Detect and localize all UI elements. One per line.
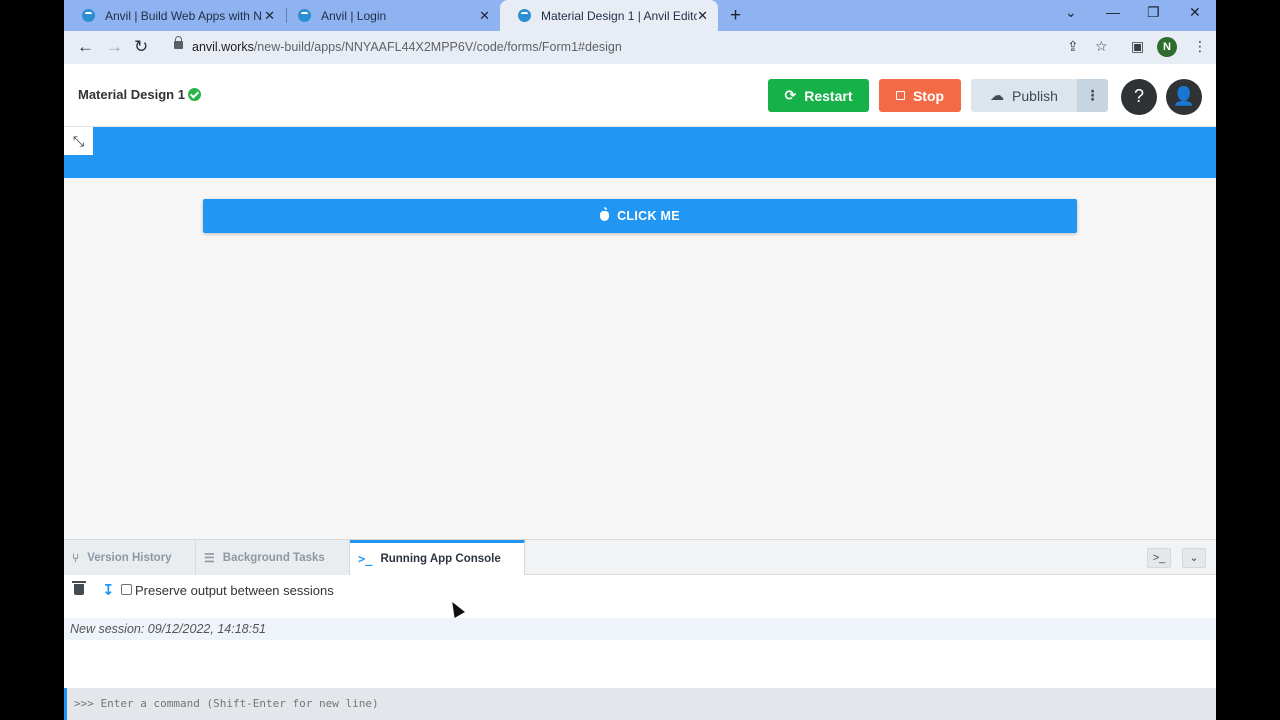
tab-label: Running App Console xyxy=(380,553,501,565)
tab-close-icon[interactable]: ✕ xyxy=(697,8,708,24)
new-tab-icon[interactable]: + xyxy=(730,5,741,27)
url-text: anvil.works/new-build/apps/NNYAAFL44X2MP… xyxy=(192,40,622,54)
apple-icon xyxy=(600,207,610,221)
share-icon[interactable]: ⇪ xyxy=(1067,38,1079,55)
collapse-sidebar-icon[interactable]: ⤡ xyxy=(64,127,93,155)
trash-icon[interactable] xyxy=(72,581,86,595)
forward-icon[interactable]: → xyxy=(106,37,123,57)
click-me-button[interactable]: CLICK ME xyxy=(203,199,1077,233)
branch-icon: ⑂ xyxy=(72,550,80,565)
saved-check-icon xyxy=(188,88,201,101)
browser-tab-anvil-login[interactable]: Anvil | Login ✕ xyxy=(280,0,500,31)
lock-icon xyxy=(174,36,183,49)
close-window-icon[interactable]: ✕ xyxy=(1189,4,1201,21)
console-terminal-button[interactable]: >_ xyxy=(1147,548,1171,568)
restart-button[interactable]: ⟳ Restart xyxy=(768,79,869,112)
terminal-icon: >_ xyxy=(358,552,373,566)
tab-running-app-console[interactable]: >_ Running App Console xyxy=(350,540,525,575)
minimize-icon[interactable]: — xyxy=(1106,4,1120,20)
app-name[interactable]: Material Design 1 xyxy=(78,87,185,102)
publish-button[interactable]: ☁ Publish xyxy=(971,79,1077,112)
tab-background-tasks[interactable]: ☰ Background Tasks xyxy=(196,540,350,575)
tab-label: Version History xyxy=(87,551,172,564)
command-input-row xyxy=(64,688,1216,720)
tab-title: Anvil | Build Web Apps with Noth xyxy=(105,8,261,23)
anvil-favicon-icon xyxy=(82,9,95,22)
stop-label: Stop xyxy=(912,87,945,104)
url-host: anvil.works xyxy=(192,40,254,54)
bottom-panel: ⑂ Version History ☰ Background Tasks >_ … xyxy=(64,539,1216,720)
preserve-output-label: Preserve output between sessions xyxy=(135,583,334,598)
preserve-output-checkbox[interactable] xyxy=(121,584,132,595)
click-me-label: CLICK ME xyxy=(617,209,680,223)
account-icon[interactable]: 👤 xyxy=(1166,79,1202,115)
browser-menu-icon[interactable]: ⋮ xyxy=(1193,38,1207,55)
browser-tab-anvil-editor[interactable]: Material Design 1 | Anvil Editor ✕ xyxy=(500,0,718,31)
tab-search-icon[interactable]: ⌄ xyxy=(1065,4,1077,21)
anvil-favicon-icon xyxy=(298,9,311,22)
stop-button[interactable]: Stop xyxy=(879,79,961,112)
session-line: New session: 09/12/2022, 14:18:51 xyxy=(70,622,266,636)
publish-label: Publish xyxy=(1012,87,1058,104)
help-icon[interactable]: ? xyxy=(1121,79,1157,115)
tab-label: Background Tasks xyxy=(222,551,325,564)
scroll-to-bottom-icon[interactable]: ↧ xyxy=(102,581,115,599)
publish-options-button[interactable]: ⋮ xyxy=(1077,79,1108,112)
side-panel-icon[interactable]: ▣ xyxy=(1131,38,1144,55)
console-controls: ↧ Preserve output between sessions xyxy=(64,576,1216,606)
anvil-header: Material Design 1 ⟳ Restart Stop ☁ Publi… xyxy=(64,64,1216,127)
stop-icon xyxy=(895,91,905,100)
browser-toolbar: ← → ↻ anvil.works/new-build/apps/NNYAAFL… xyxy=(64,31,1216,64)
restart-label: Restart xyxy=(804,87,853,104)
back-icon[interactable]: ← xyxy=(77,37,94,57)
reload-icon[interactable]: ↻ xyxy=(134,37,148,57)
anvil-editor-window: Anvil | Build Web Apps with Noth ✕ Anvil… xyxy=(64,0,1216,720)
tab-title: Anvil | Login xyxy=(321,8,387,23)
tab-close-icon[interactable]: ✕ xyxy=(264,8,275,24)
profile-avatar[interactable]: N xyxy=(1157,37,1177,57)
console-output: New session: 09/12/2022, 14:18:51 xyxy=(64,618,1216,640)
browser-tab-strip: Anvil | Build Web Apps with Noth ✕ Anvil… xyxy=(64,0,1216,31)
bookmark-star-icon[interactable]: ☆ xyxy=(1095,38,1108,55)
tab-close-icon[interactable]: ✕ xyxy=(479,8,490,24)
restore-icon[interactable]: ❐ xyxy=(1147,4,1160,21)
cloud-upload-icon: ☁ xyxy=(990,87,1005,103)
bottom-panel-tabs: ⑂ Version History ☰ Background Tasks >_ … xyxy=(64,540,1216,575)
tasks-icon: ☰ xyxy=(204,550,215,565)
address-bar[interactable]: anvil.works/new-build/apps/NNYAAFL44X2MP… xyxy=(162,35,1188,60)
tab-title: Material Design 1 | Anvil Editor xyxy=(541,8,697,23)
app-navbar-preview xyxy=(64,127,1216,178)
collapse-panel-icon[interactable]: ⌄ xyxy=(1182,548,1206,568)
browser-tab-anvil-home[interactable]: Anvil | Build Web Apps with Noth ✕ xyxy=(64,0,285,31)
anvil-favicon-icon xyxy=(518,9,531,22)
url-path: /new-build/apps/NNYAAFL44X2MPP6V/code/fo… xyxy=(253,40,622,54)
restart-icon: ⟳ xyxy=(784,87,797,103)
tab-version-history[interactable]: ⑂ Version History xyxy=(64,540,196,575)
command-input[interactable] xyxy=(74,697,674,710)
